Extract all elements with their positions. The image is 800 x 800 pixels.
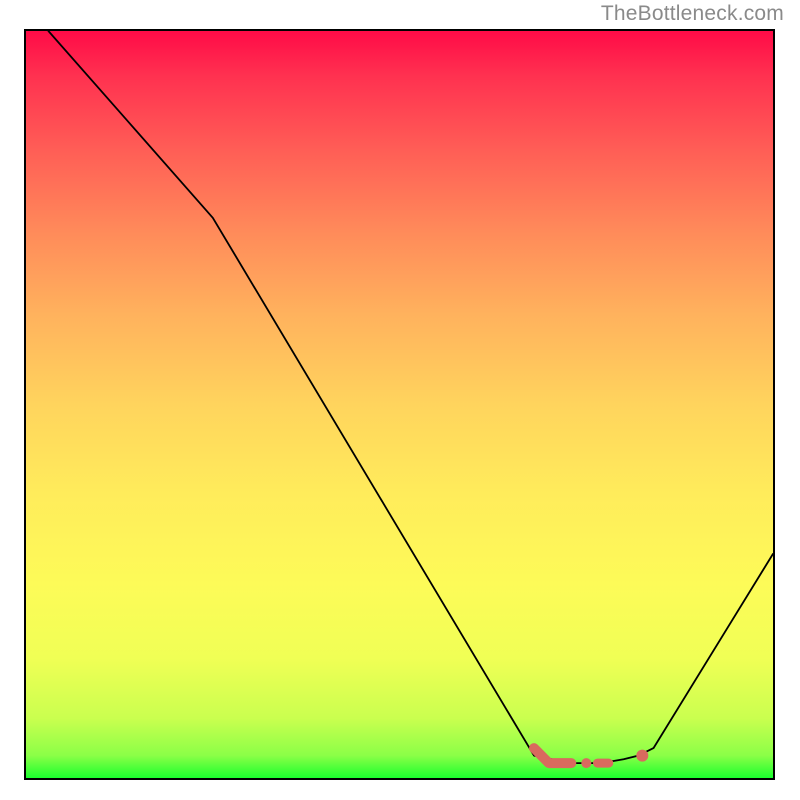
marker-segment-0	[534, 748, 571, 763]
chart-root: TheBottleneck.com	[0, 0, 800, 800]
attribution-text: TheBottleneck.com	[601, 2, 784, 26]
marker-dot-1	[581, 758, 591, 768]
plot-frame	[24, 29, 775, 780]
marker-dot-3	[636, 750, 648, 762]
bottleneck-curve-path	[48, 31, 773, 763]
chart-svg	[26, 31, 773, 778]
